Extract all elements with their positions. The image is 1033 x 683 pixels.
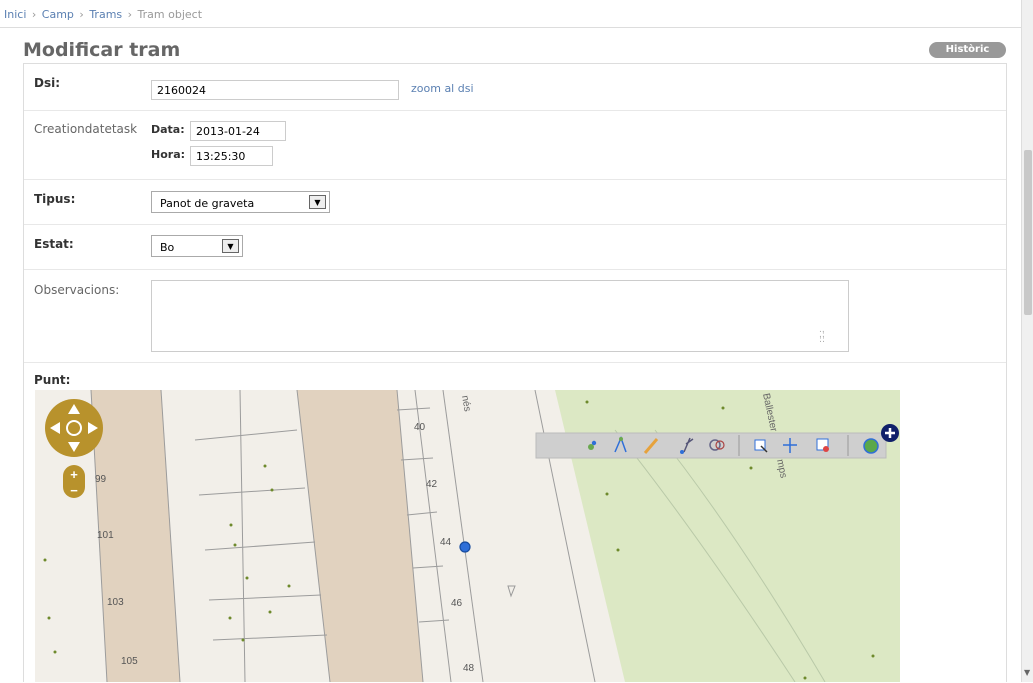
breadcrumb: Inici › Camp › Trams › Tram object xyxy=(0,0,1024,28)
dsi-input[interactable] xyxy=(151,80,399,100)
history-button[interactable]: Històric xyxy=(929,42,1006,58)
zoom-out-icon[interactable]: − xyxy=(70,483,78,498)
tipus-select[interactable]: Panot de graveta ▼ xyxy=(151,191,330,213)
time-label: Hora: xyxy=(151,148,186,161)
house-number-99: 99 xyxy=(95,474,107,485)
estat-label: Estat: xyxy=(34,237,74,251)
dsi-label: Dsi: xyxy=(34,76,61,90)
form-row-observacions: Observacions: xyxy=(24,270,1006,363)
chevron-down-icon[interactable]: ▼ xyxy=(309,195,326,209)
select-box-icon[interactable] xyxy=(754,439,768,453)
point-marker xyxy=(459,541,471,553)
form-row-estat: Estat: Bo ▼ xyxy=(24,225,1006,270)
window-scrollbar[interactable]: ▼ xyxy=(1021,0,1033,682)
date-input[interactable] xyxy=(190,121,286,141)
delete-icon[interactable] xyxy=(816,438,829,452)
map-widget[interactable]: 99 101 103 105 40 42 44 46 48 nés Balles… xyxy=(35,390,900,682)
breadcrumb-current: Tram object xyxy=(137,8,203,21)
observacions-textarea[interactable] xyxy=(151,280,849,352)
observacions-label: Observacions: xyxy=(34,283,120,297)
zoom-in-icon[interactable]: + xyxy=(70,467,78,482)
house-number-46: 46 xyxy=(451,598,463,609)
breadcrumb-separator: › xyxy=(31,8,37,21)
breadcrumb-app[interactable]: Camp xyxy=(42,8,74,21)
scroll-down-arrow-icon[interactable]: ▼ xyxy=(1024,668,1030,677)
house-number-40: 40 xyxy=(414,422,426,433)
date-label: Data: xyxy=(151,123,185,136)
house-number-42: 42 xyxy=(426,479,438,490)
add-layer-icon[interactable] xyxy=(881,424,899,442)
form-row-creationdatetask: Creationdatetask Data: Hora: xyxy=(24,111,1006,180)
punt-label: Punt: xyxy=(34,373,71,387)
textarea-resize-grip-icon[interactable]: ...::: xyxy=(819,326,835,345)
breadcrumb-separator: › xyxy=(79,8,84,21)
breadcrumb-separator: › xyxy=(127,8,133,21)
chevron-down-icon[interactable]: ▼ xyxy=(222,239,239,253)
form-row-tipus: Tipus: Panot de graveta ▼ xyxy=(24,180,1006,225)
estat-select[interactable]: Bo ▼ xyxy=(151,235,243,257)
time-input[interactable] xyxy=(190,146,273,166)
house-number-101: 101 xyxy=(97,530,114,541)
house-number-105: 105 xyxy=(121,656,138,667)
house-number-48: 48 xyxy=(463,663,475,674)
creationdatetask-label: Creationdatetask xyxy=(34,122,138,136)
tipus-select-value: Panot de graveta xyxy=(160,197,255,210)
map-canvas[interactable]: 99 101 103 105 40 42 44 46 48 nés Balles… xyxy=(35,390,900,682)
tipus-label: Tipus: xyxy=(34,192,76,206)
scrollbar-thumb[interactable] xyxy=(1024,150,1032,315)
page-title: Modificar tram xyxy=(23,39,181,61)
zoom-dsi-link[interactable]: zoom al dsi xyxy=(411,82,474,95)
globe-icon[interactable] xyxy=(863,438,879,454)
breadcrumb-home[interactable]: Inici xyxy=(4,8,26,21)
house-number-44: 44 xyxy=(440,537,452,548)
form-row-dsi: Dsi: zoom al dsi xyxy=(24,64,1006,111)
estat-select-value: Bo xyxy=(160,241,175,254)
house-number-103: 103 xyxy=(107,597,124,608)
breadcrumb-model[interactable]: Trams xyxy=(89,8,122,21)
